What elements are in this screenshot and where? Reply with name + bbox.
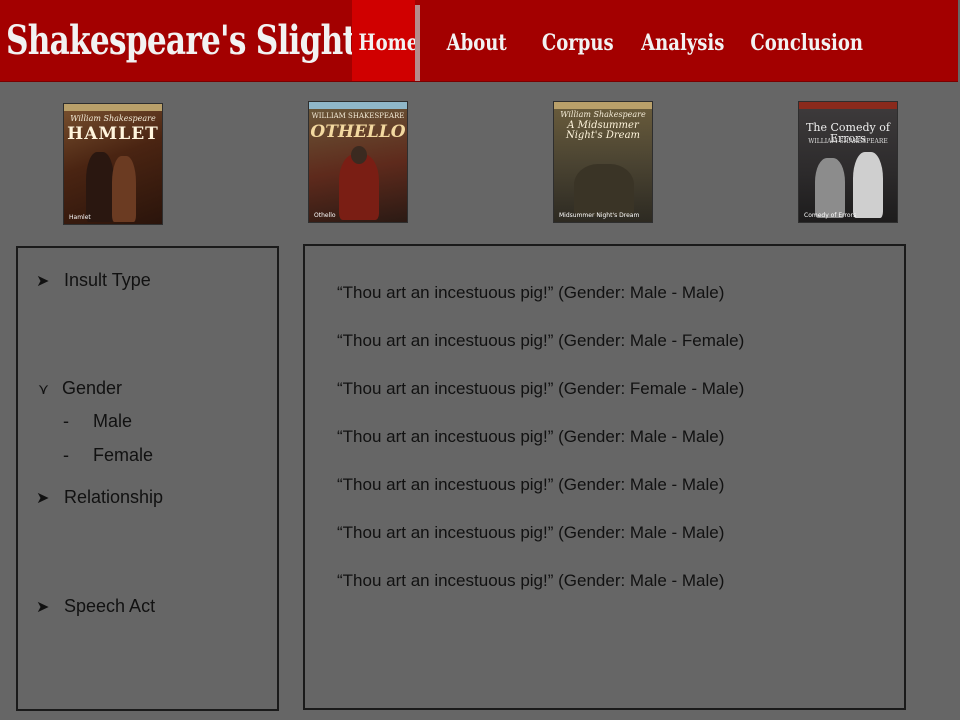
nav-analysis-label: Analysis — [641, 30, 725, 56]
filter-insult-type[interactable]: ➤ Insult Type — [36, 270, 151, 291]
nav-about-label: About — [446, 30, 507, 56]
cover-figure — [112, 156, 136, 222]
filter-label: Insult Type — [64, 270, 151, 290]
book-author: William Shakespeare — [560, 110, 646, 119]
book-caption: Hamlet — [69, 214, 91, 221]
book-title: HAMLET — [67, 124, 159, 144]
nav-corpus-label: Corpus — [541, 30, 614, 56]
book-title: A Midsummer Night's Dream — [565, 120, 641, 141]
filter-option-label: Male — [93, 411, 133, 431]
filter-gender-option-female[interactable]: - Female — [63, 445, 153, 466]
cover-figure — [86, 152, 114, 222]
book-series-band — [554, 102, 652, 109]
dash-bullet: - — [63, 411, 69, 431]
book-caption: Comedy of Errors — [804, 212, 857, 219]
filter-label: Relationship — [64, 487, 164, 507]
result-item[interactable]: “Thou art an incestuous pig!” (Gender: M… — [337, 331, 744, 351]
result-item[interactable]: “Thou art an incestuous pig!” (Gender: M… — [337, 571, 724, 591]
nav-conclusion[interactable]: Conclusion — [738, 0, 863, 81]
book-cover-midsummer[interactable]: William Shakespeare A Midsummer Night's … — [553, 101, 653, 223]
result-item[interactable]: “Thou art an incestuous pig!” (Gender: F… — [337, 379, 744, 399]
result-item[interactable]: “Thou art an incestuous pig!” (Gender: M… — [337, 283, 724, 303]
book-cover-comedy-of-errors[interactable]: The Comedy of Errors WILLIAM SHAKESPEARE… — [798, 101, 898, 223]
dash-bullet: - — [63, 445, 69, 465]
arrowhead-right-icon: ➤ — [36, 273, 50, 290]
filter-gender-option-male[interactable]: - Male — [63, 411, 132, 432]
nav-about[interactable]: About — [440, 0, 508, 81]
filter-option-label: Female — [93, 445, 154, 465]
filter-relationship[interactable]: ➤ Relationship — [36, 487, 163, 508]
chevron-down-icon: ⋎ — [38, 381, 49, 398]
book-title: OTHELLO — [310, 122, 406, 142]
cover-figure — [574, 164, 634, 216]
nav-home[interactable]: Home — [352, 0, 418, 81]
nav-analysis[interactable]: Analysis — [632, 0, 724, 81]
arrowhead-right-icon: ➤ — [36, 599, 50, 616]
arrowhead-right-icon: ➤ — [36, 490, 50, 507]
filter-label: Gender — [62, 378, 123, 398]
cover-figure — [853, 152, 883, 218]
book-caption: Othello — [314, 212, 336, 219]
nav-corpus[interactable]: Corpus — [534, 0, 614, 81]
filter-panel: ➤ Insult Type ⋎ Gender - Male - Female ➤ Rela… — [16, 246, 279, 711]
filter-label: Speech Act — [64, 596, 156, 616]
result-item[interactable]: “Thou art an incestuous pig!” (Gender: M… — [337, 427, 724, 447]
filter-speech-act[interactable]: ➤ Speech Act — [36, 596, 155, 617]
site-header: Shakespeare's Slights Home About Corpus … — [0, 0, 958, 82]
filter-gender[interactable]: ⋎ Gender — [38, 378, 122, 399]
cover-figure — [351, 146, 367, 164]
results-panel: “Thou art an incestuous pig!” (Gender: M… — [303, 244, 906, 710]
book-series-band — [64, 104, 162, 111]
book-series-band — [309, 102, 407, 109]
book-cover-hamlet[interactable]: William Shakespeare HAMLET Hamlet — [63, 103, 163, 225]
nav-home-label: Home — [358, 30, 419, 56]
book-author: WILLIAM SHAKESPEARE — [808, 138, 888, 145]
result-item[interactable]: “Thou art an incestuous pig!” (Gender: M… — [337, 475, 724, 495]
cover-figure — [815, 158, 845, 218]
book-author: William Shakespeare — [70, 114, 156, 123]
book-author: WILLIAM SHAKESPEARE — [311, 112, 405, 120]
site-logo[interactable]: Shakespeare's Slights — [6, 14, 374, 68]
nav-conclusion-label: Conclusion — [750, 30, 863, 56]
book-cover-othello[interactable]: WILLIAM SHAKESPEARE OTHELLO Othello — [308, 101, 408, 223]
book-caption: Midsummer Night's Dream — [559, 212, 640, 219]
result-item[interactable]: “Thou art an incestuous pig!” (Gender: M… — [337, 523, 724, 543]
book-series-band — [799, 102, 897, 109]
nav-divider — [415, 5, 420, 81]
